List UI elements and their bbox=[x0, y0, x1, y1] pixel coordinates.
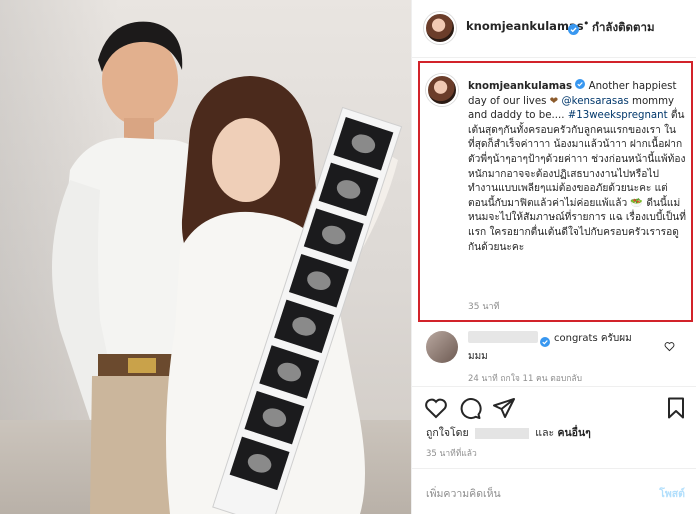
caption-highlight: knomjeankulamas Another happiest day of … bbox=[418, 61, 693, 322]
caption-avatar[interactable] bbox=[426, 74, 458, 106]
caption-text: knomjeankulamas Another happiest day of … bbox=[468, 79, 686, 255]
post-comment-button[interactable]: โพสต์ bbox=[659, 485, 685, 502]
comment-icon[interactable] bbox=[458, 396, 482, 420]
caption-time: 35 นาที bbox=[468, 302, 500, 312]
author-username[interactable]: knomjeankulamas bbox=[466, 19, 584, 33]
heart-emoji: ❤ bbox=[549, 95, 559, 107]
commenter-username-blurred[interactable] bbox=[468, 331, 538, 343]
add-comment-bar: เพิ่มความคิดเห็น โพสต์ bbox=[412, 468, 696, 514]
comment-item: congrats ครับผม มมม 24 นาที ถูกใจ 11 คน … bbox=[412, 325, 696, 385]
comment-input[interactable]: เพิ่มความคิดเห็น bbox=[426, 485, 501, 502]
action-bar bbox=[412, 386, 696, 426]
caption-body: ตื่นเต้นสุดๆกันทั้งครอบครัวกับลูกคนแรกขอ… bbox=[468, 110, 686, 253]
likes-prefix: ถูกใจโดย bbox=[426, 427, 469, 439]
post-timestamp: 35 นาทีที่แล้ว bbox=[426, 449, 477, 459]
post-photo[interactable] bbox=[0, 0, 411, 514]
share-icon[interactable] bbox=[492, 396, 516, 420]
commenter-avatar[interactable] bbox=[426, 331, 458, 363]
post-detail-panel: knomjeankulamas • กำลังติดตาม knomjeanku… bbox=[411, 0, 696, 514]
likes-others[interactable]: คนอื่นๆ bbox=[557, 427, 590, 439]
caption-username[interactable]: knomjeankulamas bbox=[468, 81, 572, 92]
heart-icon[interactable] bbox=[664, 337, 675, 356]
liker-username-blurred[interactable] bbox=[474, 427, 529, 439]
post-header: knomjeankulamas • กำลังติดตาม bbox=[412, 0, 696, 58]
likes-line: ถูกใจโดย และ คนอื่นๆ bbox=[426, 424, 591, 441]
caption-mention[interactable]: @kensarasas bbox=[561, 96, 628, 107]
belt-buckle bbox=[128, 358, 156, 373]
verified-icon bbox=[568, 20, 579, 39]
caption-hashtag[interactable]: #13weekspregnant bbox=[568, 110, 668, 121]
comment-text-continued: มมม bbox=[468, 351, 488, 362]
woman-face bbox=[212, 118, 280, 202]
following-button[interactable]: กำลังติดตาม bbox=[592, 19, 655, 37]
verified-icon bbox=[540, 332, 550, 351]
likes-and: และ bbox=[535, 427, 555, 439]
comment-text: congrats ครับผม bbox=[554, 333, 632, 344]
comment-meta: 24 นาที ถูกใจ 11 คน ตอบกลับ bbox=[468, 374, 583, 381]
author-avatar[interactable] bbox=[424, 12, 456, 44]
bookmark-icon[interactable] bbox=[664, 396, 688, 420]
photo-scene bbox=[52, 21, 403, 514]
heart-icon[interactable] bbox=[424, 396, 448, 420]
verified-icon bbox=[575, 79, 586, 92]
header-separator: • bbox=[583, 17, 590, 30]
